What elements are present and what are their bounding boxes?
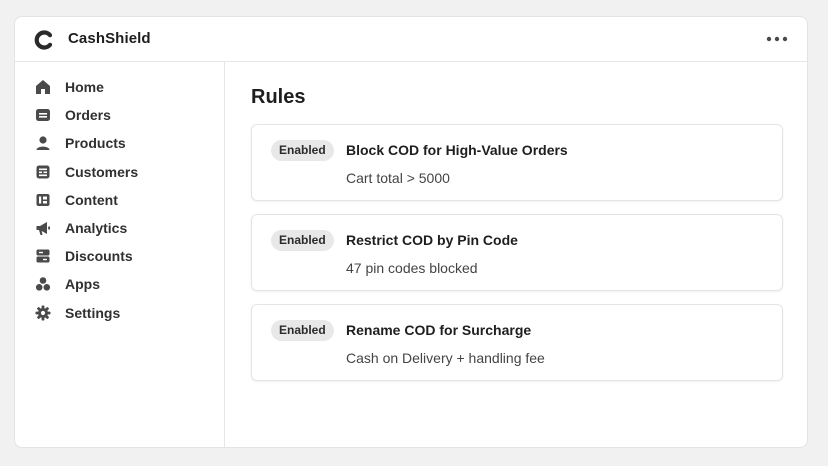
content-icon <box>34 191 52 209</box>
status-badge: Enabled <box>271 140 334 161</box>
sidebar-item-analytics[interactable]: Analytics <box>15 214 224 242</box>
home-icon <box>34 78 52 96</box>
sidebar-item-content[interactable]: Content <box>15 186 224 214</box>
products-icon <box>34 134 52 152</box>
rule-title: Rename COD for Surcharge <box>346 322 532 338</box>
orders-icon <box>34 106 52 124</box>
sidebar-item-label: Orders <box>65 107 111 124</box>
status-badge: Enabled <box>271 320 334 341</box>
sidebar-item-products[interactable]: Products <box>15 129 224 157</box>
more-horizontal-icon <box>766 36 788 42</box>
status-badge: Enabled <box>271 230 334 251</box>
app-window: CashShield Home Orders Products Customer… <box>14 16 808 448</box>
sidebar: Home Orders Products Customers Content A… <box>15 62 225 447</box>
rule-title: Block COD for High-Value Orders <box>346 142 568 158</box>
top-bar: CashShield <box>15 17 807 62</box>
rule-title: Restrict COD by Pin Code <box>346 232 518 248</box>
sidebar-item-label: Discounts <box>65 248 133 265</box>
main-content: Rules Enabled Block COD for High-Value O… <box>225 62 807 447</box>
rule-card-rename-cod[interactable]: Enabled Rename COD for Surcharge Cash on… <box>251 304 783 381</box>
sidebar-item-label: Content <box>65 191 118 208</box>
page-title: Rules <box>251 86 306 108</box>
sidebar-item-discounts[interactable]: Discounts <box>15 242 224 270</box>
rule-card-block-cod[interactable]: Enabled Block COD for High-Value Orders … <box>251 124 783 201</box>
sidebar-item-label: Analytics <box>65 220 128 237</box>
sidebar-item-label: Apps <box>65 276 100 293</box>
analytics-icon <box>34 219 52 237</box>
rule-description: Cart total > 5000 <box>346 170 450 186</box>
rule-description: 47 pin codes blocked <box>346 260 478 276</box>
sidebar-item-orders[interactable]: Orders <box>15 101 224 129</box>
sidebar-item-settings[interactable]: Settings <box>15 299 224 327</box>
customers-icon <box>34 163 52 181</box>
sidebar-item-home[interactable]: Home <box>15 73 224 101</box>
discounts-icon <box>34 247 52 265</box>
rules-list: Enabled Block COD for High-Value Orders … <box>251 124 783 381</box>
sidebar-item-label: Settings <box>65 304 121 321</box>
more-options-button[interactable] <box>765 29 789 49</box>
sidebar-item-label: Home <box>65 79 104 96</box>
rule-card-restrict-pin[interactable]: Enabled Restrict COD by Pin Code 47 pin … <box>251 214 783 291</box>
settings-icon <box>34 304 52 322</box>
sidebar-item-label: Customers <box>65 163 139 180</box>
rule-description: Cash on Delivery + handling fee <box>346 350 545 366</box>
cashshield-logo-icon <box>34 30 53 50</box>
app-title: CashShield <box>68 30 151 47</box>
sidebar-item-customers[interactable]: Customers <box>15 158 224 186</box>
apps-icon <box>34 275 52 293</box>
sidebar-item-apps[interactable]: Apps <box>15 270 224 298</box>
sidebar-item-label: Products <box>65 135 126 152</box>
